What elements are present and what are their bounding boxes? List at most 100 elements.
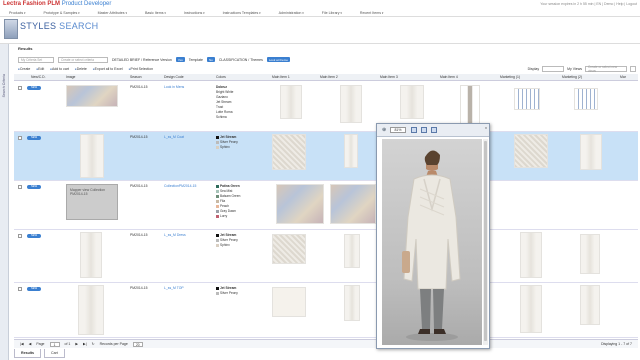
main-item-1-image[interactable] bbox=[272, 234, 306, 264]
views-select[interactable]: Create or select new views bbox=[585, 65, 627, 73]
table-row-selected[interactable]: NEW PM2014-15 L_ss_M Coat Jet Stream Sil… bbox=[14, 132, 638, 181]
brief-badge[interactable]: Yes bbox=[175, 57, 185, 62]
design-code-link[interactable]: Look in Mens bbox=[164, 85, 184, 89]
marketing-2-image[interactable] bbox=[574, 88, 598, 110]
style-image[interactable] bbox=[80, 134, 104, 178]
marketing-2-image[interactable] bbox=[580, 285, 600, 325]
design-code-link[interactable]: L_ss_M Dress bbox=[164, 233, 186, 237]
3d-viewer-popup[interactable]: ⊕ 81% x bbox=[376, 123, 490, 349]
colors-cell: Jet Stream Silver Peony bbox=[216, 286, 238, 296]
styles-icon bbox=[4, 19, 18, 39]
col-marketing-3[interactable]: Mar bbox=[620, 75, 626, 79]
main-item-3-image[interactable] bbox=[400, 85, 424, 119]
menu-administration[interactable]: Administration bbox=[270, 11, 313, 15]
menu-prototype[interactable]: Prototype & Samples bbox=[35, 11, 89, 15]
template-label: Template bbox=[188, 57, 203, 62]
main-item-2-image[interactable] bbox=[330, 184, 376, 224]
style-image[interactable] bbox=[80, 232, 102, 278]
col-main-item-4[interactable]: Main Item 4 bbox=[440, 75, 458, 79]
col-image[interactable]: Image bbox=[66, 75, 75, 79]
prev-page-icon[interactable]: ◀ bbox=[29, 342, 32, 346]
table-row[interactable]: NEW PM2014-15 L_ss_M TOP Jet Stream Silv… bbox=[14, 283, 638, 338]
menu-basic-items[interactable]: Basic Items bbox=[136, 11, 175, 15]
col-colors[interactable]: Colors bbox=[216, 75, 226, 79]
col-new[interactable]: New/C.D. bbox=[31, 75, 46, 79]
main-item-1-image[interactable] bbox=[272, 287, 306, 317]
marketing-1-image[interactable] bbox=[514, 134, 548, 168]
row-checkbox[interactable] bbox=[18, 185, 22, 189]
menu-products[interactable]: Products bbox=[0, 11, 35, 15]
design-code-link[interactable]: L_ss_M TOP bbox=[164, 286, 184, 290]
menu-file-library[interactable]: File Library bbox=[313, 11, 351, 15]
row-checkbox[interactable] bbox=[18, 86, 22, 90]
col-season[interactable]: Season bbox=[130, 75, 142, 79]
marketing-2-image[interactable] bbox=[580, 234, 600, 274]
zoom-field[interactable]: 81% bbox=[390, 127, 406, 133]
classification-badge[interactable]: Look at theme bbox=[266, 57, 290, 62]
col-marketing-1[interactable]: Marketing (1) bbox=[500, 75, 520, 79]
page-input[interactable]: 1 bbox=[49, 341, 60, 347]
row-checkbox[interactable] bbox=[18, 287, 22, 291]
col-marketing-2[interactable]: Marketing (2) bbox=[562, 75, 582, 79]
close-icon[interactable]: x bbox=[485, 125, 487, 130]
save-view-icon[interactable] bbox=[630, 66, 636, 72]
last-page-icon[interactable]: ▶| bbox=[83, 342, 87, 346]
add-to-cart-button[interactable]: Add to cart bbox=[50, 67, 69, 71]
design-code-link[interactable]: CollectionPM2014-15 bbox=[164, 184, 196, 188]
display-label[interactable]: Display bbox=[528, 67, 539, 71]
delete-button[interactable]: Delete bbox=[75, 67, 87, 71]
tab-results[interactable]: Results bbox=[14, 349, 41, 358]
table-row[interactable]: NEW PM2014-15 Look in Mens Dobruz Bright… bbox=[14, 82, 638, 132]
style-image[interactable] bbox=[78, 285, 104, 335]
create-button[interactable]: Create bbox=[18, 67, 31, 71]
zoom-icon[interactable]: ⊕ bbox=[382, 127, 386, 133]
viewer-scrollbar[interactable] bbox=[483, 139, 488, 345]
menu-instructions[interactable]: Instructions bbox=[175, 11, 214, 15]
results-grid: New/C.D. Image Season Design Code Colors… bbox=[14, 74, 638, 338]
table-row[interactable]: NEW PM2014-15 L_ss_M Dress Jet Stream Si… bbox=[14, 230, 638, 283]
table-row[interactable]: NEW Mapper view Collection PM2014-15 PM2… bbox=[14, 181, 638, 230]
design-code-link[interactable]: L_ss_M Coat bbox=[164, 135, 184, 139]
menu-instructions-templates[interactable]: Instructions Templates bbox=[214, 11, 270, 15]
print-selection-button[interactable]: Print Selection bbox=[129, 67, 154, 71]
display-select[interactable] bbox=[542, 66, 565, 72]
template-badge[interactable]: No bbox=[206, 57, 215, 62]
col-design-code[interactable]: Design Code bbox=[164, 75, 184, 79]
main-item-4-image[interactable] bbox=[460, 85, 480, 125]
tab-cart[interactable]: Cart bbox=[43, 349, 65, 358]
rotate-icon[interactable] bbox=[421, 127, 427, 133]
main-item-1-image[interactable] bbox=[272, 134, 306, 170]
menu-recent-items[interactable]: Recent Items bbox=[351, 11, 393, 15]
col-main-item-3[interactable]: Main Item 3 bbox=[380, 75, 398, 79]
marketing-1-image[interactable] bbox=[520, 232, 542, 278]
criteria-set-field[interactable]: My Criteria Set bbox=[18, 56, 54, 63]
save-image-icon[interactable] bbox=[431, 127, 437, 133]
per-page-select[interactable]: 20 bbox=[132, 341, 143, 347]
first-page-icon[interactable]: |◀ bbox=[20, 342, 24, 346]
main-item-1-image[interactable] bbox=[280, 85, 302, 119]
next-page-icon[interactable]: ▶ bbox=[75, 342, 78, 346]
style-image[interactable] bbox=[66, 85, 118, 107]
search-criteria-collapsed-panel[interactable]: Search Criteria bbox=[0, 44, 9, 360]
export-excel-button[interactable]: Export all to Excel bbox=[93, 67, 123, 71]
filter-bar: My Criteria Set Create or select criteri… bbox=[18, 55, 638, 64]
fit-icon[interactable] bbox=[411, 127, 417, 133]
main-item-2-image[interactable] bbox=[344, 134, 358, 168]
marketing-1-image[interactable] bbox=[514, 88, 540, 110]
session-links[interactable]: Your session expires in 2 h 55 min | EN … bbox=[540, 2, 637, 6]
3d-model-render[interactable] bbox=[382, 139, 482, 345]
marketing-2-image[interactable] bbox=[580, 134, 602, 170]
main-item-2-image[interactable] bbox=[344, 285, 360, 321]
criteria-select[interactable]: Create or select criteria bbox=[58, 56, 108, 63]
refresh-icon[interactable]: ↻ bbox=[92, 342, 95, 346]
col-main-item-1[interactable]: Main Item 1 bbox=[272, 75, 290, 79]
main-item-2-image[interactable] bbox=[344, 234, 360, 268]
marketing-1-image[interactable] bbox=[520, 285, 542, 333]
main-item-2-image[interactable] bbox=[340, 85, 362, 123]
edit-button[interactable]: Edit bbox=[36, 67, 44, 71]
col-main-item-2[interactable]: Main Item 2 bbox=[320, 75, 338, 79]
row-checkbox[interactable] bbox=[18, 136, 22, 140]
row-checkbox[interactable] bbox=[18, 234, 22, 238]
main-item-1-image[interactable] bbox=[276, 184, 324, 224]
menu-master-attributes[interactable]: Master Attributes bbox=[89, 11, 136, 15]
